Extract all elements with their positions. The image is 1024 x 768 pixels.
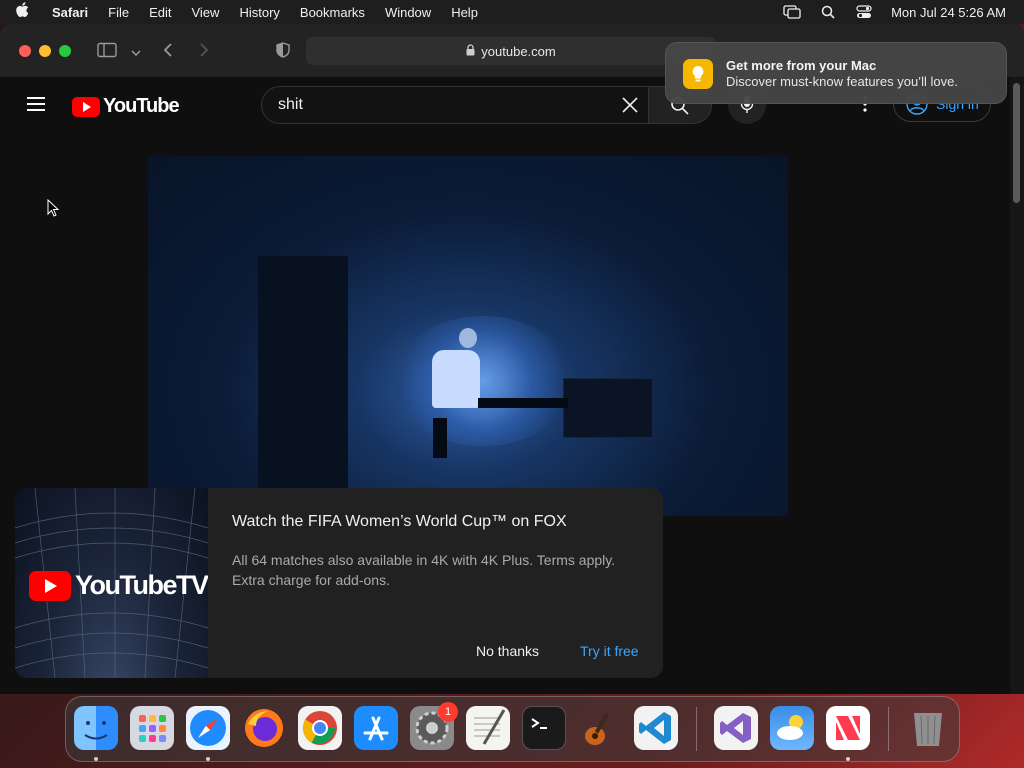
scrollbar-thumb[interactable] bbox=[1013, 83, 1020, 203]
menu-bookmarks[interactable]: Bookmarks bbox=[290, 5, 375, 20]
privacy-shield-icon[interactable] bbox=[276, 42, 290, 61]
safari-window: youtube.com YouTube shit Sign in YouTube… bbox=[0, 24, 1024, 694]
dock-finder-icon[interactable] bbox=[74, 706, 118, 750]
youtube-tv-promo: YouTubeTV Watch the FIFA Women’s World C… bbox=[15, 488, 663, 678]
youtube-logo[interactable]: YouTube bbox=[72, 95, 180, 118]
menu-bar: Safari File Edit View History Bookmarks … bbox=[0, 0, 1024, 24]
menu-app-safari[interactable]: Safari bbox=[44, 5, 98, 20]
stage-wall bbox=[258, 256, 348, 496]
clear-search-icon[interactable] bbox=[620, 95, 640, 115]
dock-garageband-icon[interactable] bbox=[578, 706, 622, 750]
stage-stool bbox=[433, 418, 447, 458]
window-controls bbox=[19, 45, 71, 57]
news-running-indicator bbox=[846, 757, 850, 761]
spotlight-glow bbox=[393, 316, 573, 446]
url-text: youtube.com bbox=[481, 43, 556, 59]
promo-body: All 64 matches also available in 4K with… bbox=[232, 552, 616, 588]
promo-image: YouTubeTV bbox=[15, 488, 208, 678]
dock-textedit-icon[interactable] bbox=[466, 706, 510, 750]
chevron-down-icon[interactable] bbox=[131, 44, 141, 60]
youtube-tv-play-icon bbox=[29, 570, 71, 601]
apple-menu-icon[interactable] bbox=[0, 2, 44, 22]
menu-history[interactable]: History bbox=[229, 5, 289, 20]
stage-amplifier bbox=[563, 378, 653, 438]
youtube-logo-text: YouTube bbox=[103, 95, 180, 117]
search-input[interactable]: shit bbox=[261, 86, 649, 124]
sidebar-toggle-icon[interactable] bbox=[97, 42, 117, 61]
lock-icon bbox=[466, 43, 475, 59]
performer-body bbox=[432, 350, 480, 408]
screen-mirroring-icon[interactable] bbox=[783, 5, 801, 19]
youtube-tv-logo: YouTubeTV bbox=[29, 570, 208, 601]
youtube-play-icon bbox=[72, 96, 100, 117]
close-window-button[interactable] bbox=[19, 45, 31, 57]
dock-app-store-icon[interactable] bbox=[354, 706, 398, 750]
menubar-clock[interactable]: Mon Jul 24 5:26 AM bbox=[891, 5, 1006, 20]
forward-arrow-icon[interactable] bbox=[199, 42, 209, 61]
menu-edit[interactable]: Edit bbox=[139, 5, 181, 20]
menu-view[interactable]: View bbox=[182, 5, 230, 20]
menu-help[interactable]: Help bbox=[441, 5, 488, 20]
performer-head bbox=[459, 328, 477, 348]
tips-lightbulb-icon bbox=[683, 59, 713, 89]
dock-terminal-icon[interactable] bbox=[522, 706, 566, 750]
dock-visual-studio-icon[interactable] bbox=[714, 706, 758, 750]
stage-keyboard bbox=[478, 398, 568, 408]
dock-news-icon[interactable] bbox=[826, 706, 870, 750]
dock-separator bbox=[696, 707, 697, 751]
page-scrollbar[interactable] bbox=[1010, 78, 1024, 694]
dock bbox=[65, 696, 960, 762]
control-center-icon[interactable] bbox=[855, 5, 873, 19]
dock-vscode-icon[interactable] bbox=[634, 706, 678, 750]
finder-running-indicator bbox=[94, 757, 98, 761]
menu-file[interactable]: File bbox=[98, 5, 139, 20]
menu-window[interactable]: Window bbox=[375, 5, 441, 20]
dock-launchpad-icon[interactable] bbox=[130, 706, 174, 750]
dock-safari-icon[interactable] bbox=[186, 706, 230, 750]
minimize-window-button[interactable] bbox=[39, 45, 51, 57]
safari-running-indicator bbox=[206, 757, 210, 761]
try-it-free-button[interactable]: Try it free bbox=[580, 643, 639, 659]
mouse-cursor-icon bbox=[47, 198, 60, 222]
dock-chrome-icon[interactable] bbox=[298, 706, 342, 750]
notification-title: Get more from your Mac bbox=[726, 58, 877, 73]
back-arrow-icon[interactable] bbox=[163, 42, 173, 61]
hamburger-menu-icon[interactable] bbox=[27, 97, 45, 111]
zoom-window-button[interactable] bbox=[59, 45, 71, 57]
promo-title: Watch the FIFA Women’s World Cup™ on FOX bbox=[232, 513, 567, 530]
spotlight-search-icon[interactable] bbox=[819, 5, 837, 19]
no-thanks-button[interactable]: No thanks bbox=[476, 643, 539, 659]
youtube-tv-logo-text: YouTubeTV bbox=[75, 570, 208, 600]
notification-body: Discover must-know features you’ll love. bbox=[726, 74, 958, 89]
address-bar[interactable]: youtube.com bbox=[306, 37, 716, 65]
dock-trash-icon[interactable] bbox=[906, 706, 950, 750]
youtube-page: YouTube shit Sign in YouTubeTV Watch the… bbox=[0, 78, 1010, 694]
dock-firefox-icon[interactable] bbox=[242, 706, 286, 750]
settings-notification-badge: 1 bbox=[438, 702, 458, 722]
video-thumbnail[interactable] bbox=[148, 156, 788, 516]
dock-weather-icon[interactable] bbox=[770, 706, 814, 750]
tips-notification[interactable]: Get more from your Mac Discover must-kno… bbox=[665, 42, 1007, 104]
dock-separator bbox=[888, 707, 889, 751]
search-query-text: shit bbox=[278, 96, 303, 113]
